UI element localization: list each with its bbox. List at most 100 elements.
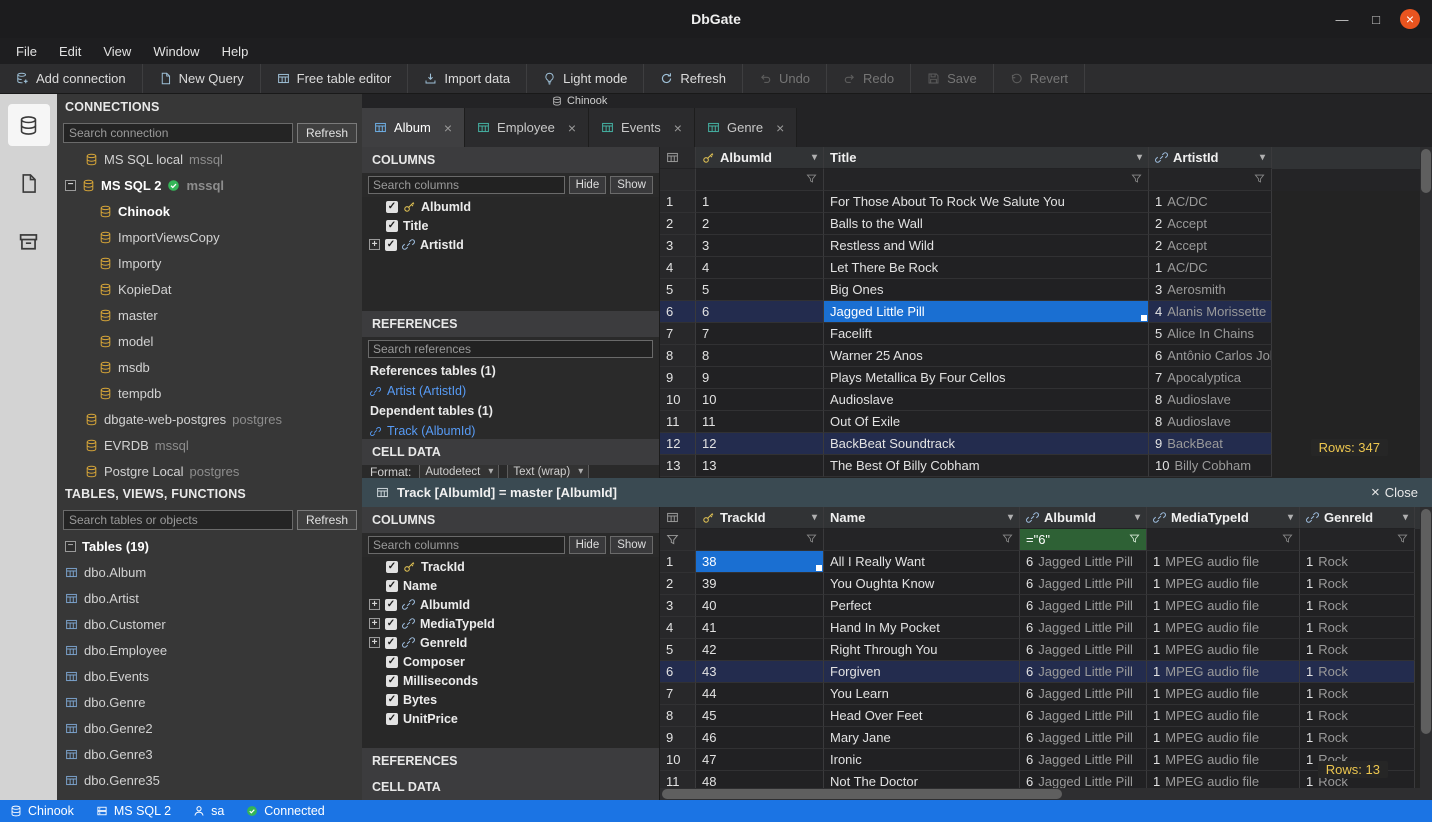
row-number[interactable]: 11 [660,771,696,788]
cell-albumid[interactable]: 6 [696,301,824,323]
cell-title[interactable]: Let There Be Rock [824,257,1149,279]
column-header-name[interactable]: Name▾ [824,507,1020,529]
cell-mediatypeid[interactable]: 1MPEG audio file [1147,727,1300,749]
cell-albumid[interactable]: 5 [696,279,824,301]
toolbar-revert-button[interactable]: Revert [994,64,1085,93]
checkbox-checked-icon[interactable]: ✓ [385,637,397,649]
row-number[interactable]: 6 [660,661,696,683]
table-item-dbo-genre3[interactable]: dbo.Genre3 [57,741,362,767]
menu-item-view[interactable]: View [93,42,141,61]
cell-mediatypeid[interactable]: 1MPEG audio file [1147,661,1300,683]
column-header-genreid[interactable]: GenreId▾ [1300,507,1415,529]
cell-albumid[interactable]: 6Jagged Little Pill [1020,661,1147,683]
connections-refresh-button[interactable]: Refresh [297,123,357,143]
cell-artistid[interactable]: 2Accept [1149,235,1272,257]
rail-history-button[interactable] [8,220,50,262]
menu-item-edit[interactable]: Edit [49,42,91,61]
cell-artistid[interactable]: 10Billy Cobham [1149,455,1272,477]
tab-close-icon[interactable]: × [674,120,682,136]
cell-artistid[interactable]: 2Accept [1149,213,1272,235]
cell-name[interactable]: Head Over Feet [824,705,1020,727]
row-number[interactable]: 6 [660,301,696,323]
menu-item-window[interactable]: Window [143,42,209,61]
checkbox-checked-icon[interactable]: ✓ [386,694,398,706]
cell-trackid[interactable]: 44 [696,683,824,705]
row-number[interactable]: 7 [660,323,696,345]
cell-albumid[interactable]: 6Jagged Little Pill [1020,595,1147,617]
row-number[interactable]: 3 [660,235,696,257]
hide-button[interactable]: Hide [569,176,607,194]
cell-trackid[interactable]: 46 [696,727,824,749]
cell-name[interactable]: You Oughta Know [824,573,1020,595]
cell-name[interactable]: Not The Doctor [824,771,1020,788]
toolbar-light-mode-button[interactable]: Light mode [527,64,644,93]
cell-artistid[interactable]: 5Alice In Chains [1149,323,1272,345]
maximize-button[interactable]: □ [1366,9,1386,29]
connection-item-kopiedat[interactable]: KopieDat [57,276,362,302]
tab-close-icon[interactable]: × [444,120,452,136]
row-number[interactable]: 2 [660,213,696,235]
search-references-input[interactable] [368,340,653,358]
cell-name[interactable]: Ironic [824,749,1020,771]
toolbar-new-query-button[interactable]: New Query [143,64,261,93]
filter-cell-albumid[interactable] [696,169,824,191]
cell-title[interactable]: Restless and Wild [824,235,1149,257]
table-item-dbo-artist[interactable]: dbo.Artist [57,585,362,611]
toolbar-save-button[interactable]: Save [911,64,994,93]
filter-cell-mediatypeid[interactable] [1147,529,1300,551]
funnel-icon[interactable] [1282,532,1293,547]
row-number[interactable]: 5 [660,279,696,301]
column-header-mediatypeid[interactable]: MediaTypeId▾ [1147,507,1300,529]
tables-refresh-button[interactable]: Refresh [297,510,357,530]
expand-icon[interactable]: + [369,599,380,610]
select-all-cell[interactable] [660,147,696,169]
column-header-trackid[interactable]: TrackId▾ [696,507,824,529]
cell-trackid[interactable]: 47 [696,749,824,771]
toolbar-redo-button[interactable]: Redo [827,64,911,93]
status-chinook[interactable]: Chinook [10,804,74,818]
cell-title[interactable]: Audioslave [824,389,1149,411]
cell-trackid[interactable]: 41 [696,617,824,639]
funnel-icon[interactable] [1002,532,1013,547]
cell-artistid[interactable]: 1AC/DC [1149,191,1272,213]
tab-album[interactable]: Album× [362,108,465,147]
rail-files-button[interactable] [8,162,50,204]
cell-name[interactable]: Perfect [824,595,1020,617]
sort-dropdown-icon[interactable]: ▾ [1131,512,1140,523]
connection-item-tempdb[interactable]: tempdb [57,380,362,406]
vertical-scrollbar[interactable] [1420,507,1432,788]
cell-genreid[interactable]: 1Rock [1300,727,1415,749]
horizontal-scrollbar[interactable] [660,788,1432,800]
column-toggle-mediatypeid[interactable]: +✓MediaTypeId [362,614,659,633]
table-item-dbo-employee[interactable]: dbo.Employee [57,637,362,663]
cell-artistid[interactable]: 1AC/DC [1149,257,1272,279]
sort-dropdown-icon[interactable]: ▾ [808,152,817,163]
cell-trackid[interactable]: 45 [696,705,824,727]
cell-albumid[interactable]: 6Jagged Little Pill [1020,683,1147,705]
funnel-icon[interactable] [1129,532,1140,547]
sort-dropdown-icon[interactable]: ▾ [808,512,817,523]
cell-title[interactable]: Big Ones [824,279,1149,301]
tab-genre[interactable]: Genre× [695,108,797,147]
cell-trackid[interactable]: 42 [696,639,824,661]
toolbar-free-table-editor-button[interactable]: Free table editor [261,64,409,93]
table-item-dbo-genre35[interactable]: dbo.Genre35 [57,767,362,793]
format-select[interactable]: Autodetect ▾ [419,465,499,478]
connection-item-model[interactable]: model [57,328,362,354]
expand-icon[interactable]: + [369,239,380,250]
tab-close-icon[interactable]: × [568,120,576,136]
toolbar-undo-button[interactable]: Undo [743,64,827,93]
checkbox-checked-icon[interactable]: ✓ [386,580,398,592]
cell-artistid[interactable]: 3Aerosmith [1149,279,1272,301]
connection-item-importy[interactable]: Importy [57,250,362,276]
funnel-icon[interactable] [806,532,817,547]
row-number[interactable]: 5 [660,639,696,661]
cell-title[interactable]: BackBeat Soundtrack [824,433,1149,455]
cell-albumid[interactable]: 2 [696,213,824,235]
cell-mediatypeid[interactable]: 1MPEG audio file [1147,573,1300,595]
cell-artistid[interactable]: 6Antônio Carlos Jobim [1149,345,1272,367]
filter-cell-genreid[interactable] [1300,529,1415,551]
row-number[interactable]: 12 [660,433,696,455]
cell-mediatypeid[interactable]: 1MPEG audio file [1147,705,1300,727]
cell-albumid[interactable]: 6Jagged Little Pill [1020,573,1147,595]
